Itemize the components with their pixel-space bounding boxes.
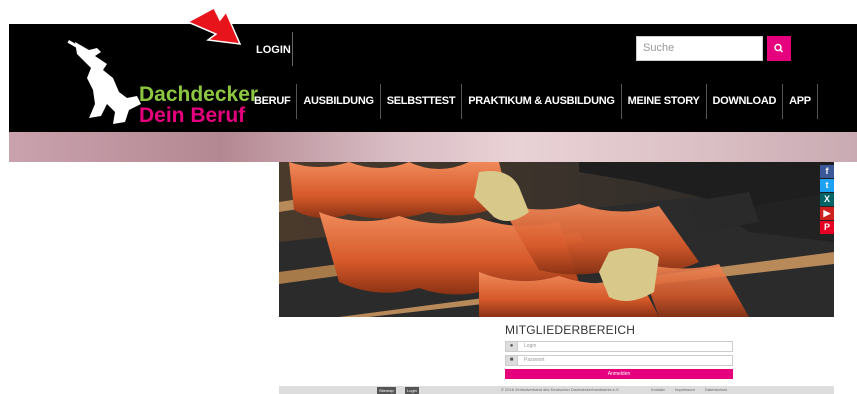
- footer-login-button[interactable]: Login: [405, 387, 419, 394]
- main-nav: BERUF AUSBILDUNG SELBSTTEST PRAKTIKUM & …: [248, 84, 818, 119]
- password-field-placeholder: Passwort: [524, 357, 545, 363]
- nav-item-download[interactable]: DOWNLOAD: [707, 84, 784, 119]
- footer-copyright: © 2016 Zentralverband des Deutschen Dach…: [501, 387, 620, 392]
- search-icon: [774, 43, 784, 53]
- user-icon: ●: [506, 342, 518, 351]
- facebook-icon[interactable]: f: [820, 165, 834, 178]
- site-footer: Sitemap Login © 2016 Zentralverband des …: [279, 386, 834, 394]
- nav-item-selbsttest[interactable]: SELBSTTEST: [381, 84, 463, 119]
- twitter-icon[interactable]: t: [820, 179, 834, 192]
- hero-image: [279, 162, 834, 317]
- login-field-placeholder: Login: [524, 343, 537, 349]
- logo-text-dein-beruf: Dein Beruf: [139, 104, 246, 127]
- header-band: [9, 132, 857, 162]
- login-field[interactable]: ● Login: [505, 341, 733, 352]
- site-header: Dachdecker Dein Beruf LOGIN Suche BERUF …: [9, 24, 857, 132]
- red-arrow-annotation-icon: [186, 6, 242, 45]
- nav-item-ausbildung[interactable]: AUSBILDUNG: [297, 84, 381, 119]
- lock-icon: ■: [506, 356, 518, 365]
- xing-icon[interactable]: X: [820, 193, 834, 206]
- youtube-icon[interactable]: ▶: [820, 207, 834, 220]
- nav-item-meine-story[interactable]: MEINE STORY: [622, 84, 707, 119]
- logo-text-dachdecker: Dachdecker: [139, 83, 259, 106]
- nav-item-app[interactable]: APP: [783, 84, 818, 119]
- footer-link-datenschutz[interactable]: Datenschutz: [705, 387, 727, 393]
- login-link[interactable]: LOGIN: [256, 44, 291, 56]
- roof-tiles-photo: [279, 162, 834, 317]
- anmelden-button[interactable]: Anmelden: [505, 369, 733, 379]
- nav-item-praktikum[interactable]: PRAKTIKUM & AUSBILDUNG: [462, 84, 622, 119]
- login-separator: [292, 32, 293, 66]
- search-input[interactable]: Suche: [636, 36, 763, 61]
- footer-link-kontakt[interactable]: Kontakt: [651, 387, 665, 393]
- footer-link-impressum[interactable]: Impressum: [675, 387, 695, 393]
- search-button[interactable]: [767, 36, 791, 61]
- page: Dachdecker Dein Beruf LOGIN Suche BERUF …: [0, 0, 857, 394]
- password-field[interactable]: ■ Passwort: [505, 355, 733, 366]
- social-bar: f t X ▶ P: [820, 165, 834, 235]
- member-area-title: MITGLIEDERBEREICH: [505, 323, 636, 337]
- nav-item-beruf[interactable]: BERUF: [248, 84, 298, 119]
- pinterest-icon[interactable]: P: [820, 221, 834, 234]
- sitemap-button[interactable]: Sitemap: [377, 387, 396, 394]
